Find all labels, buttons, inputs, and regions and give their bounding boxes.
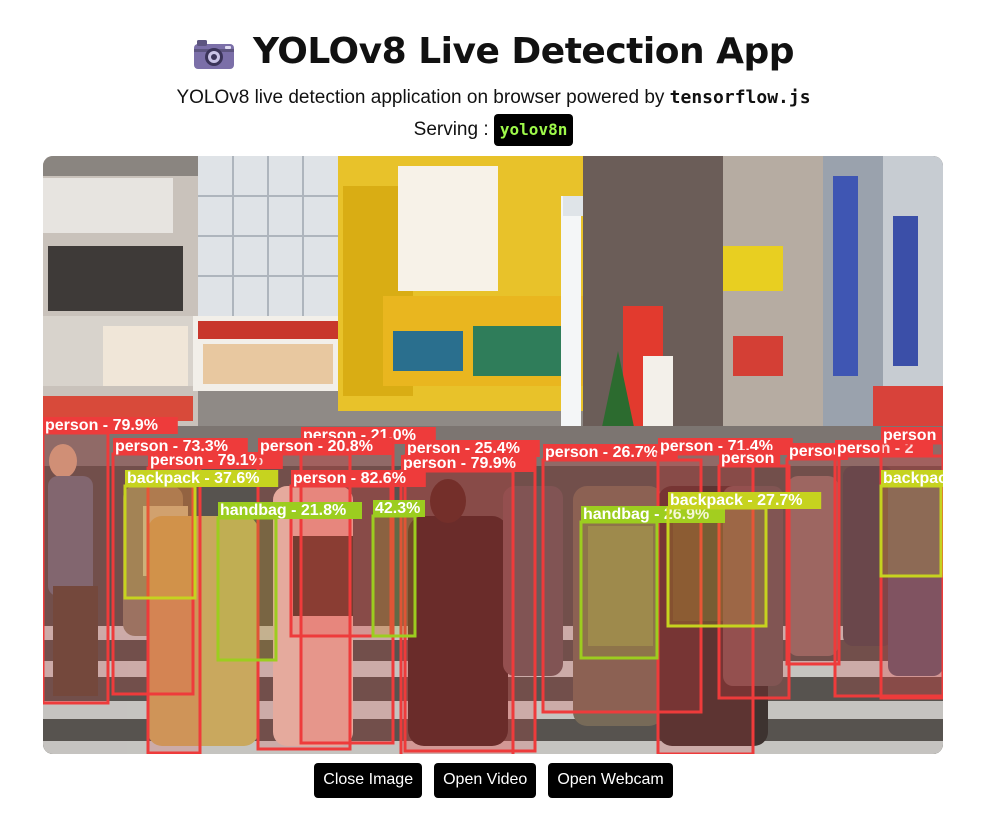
serving-row: Serving : yolov8n	[0, 112, 987, 148]
detection-label: backpack	[883, 470, 943, 487]
detection-label: backpack - 27.7%	[670, 492, 803, 509]
detection-overlay: person - 79.9%person - 73.3%person - 79.…	[43, 417, 943, 754]
title-text: YOLOv8 Live Detection App	[253, 31, 795, 72]
subtitle: YOLOv8 live detection application on bro…	[0, 86, 987, 110]
serving-label: Serving :	[413, 119, 494, 140]
detection-label: handbag - 21.8%	[220, 502, 346, 519]
open-webcam-button[interactable]: Open Webcam	[548, 763, 673, 798]
detection-label: person - 79.9%	[403, 455, 516, 472]
detection-box	[579, 520, 659, 660]
detection-label: person - 20.8%	[260, 438, 373, 455]
detection-box	[666, 506, 768, 628]
detection-label: person - 82.6%	[293, 470, 406, 487]
detection-label: person - 26.7%	[545, 444, 658, 461]
header: YOLOv8 Live Detection App	[0, 28, 987, 76]
open-video-button[interactable]: Open Video	[434, 763, 537, 798]
image-viewer: person - 79.9% person - 73.3% person - 79.…	[43, 156, 943, 754]
detection-label: person	[721, 450, 774, 467]
detection-label: person - 79.1%	[150, 452, 263, 469]
tensorflow-code: tensorflow.js	[669, 87, 811, 108]
detection-box	[371, 514, 417, 638]
detection-box	[785, 457, 841, 666]
detection-box	[123, 484, 197, 600]
detection-label: person - 79.9%	[45, 417, 158, 434]
page-title: YOLOv8 Live Detection App	[193, 28, 795, 76]
detection-box	[43, 431, 110, 705]
detection-backpack: backpack	[879, 470, 943, 578]
detection-label: 42.3%	[375, 500, 420, 517]
controls: Close Image Open Video Open Webcam	[0, 763, 987, 798]
detection-label: backpack - 37.6%	[127, 470, 260, 487]
app-root: YOLOv8 Live Detection App YOLOv8 live de…	[0, 0, 987, 839]
camera-icon	[194, 40, 234, 69]
detection-box	[879, 484, 943, 578]
model-badge: yolov8n	[493, 113, 574, 146]
detection-label: person	[883, 427, 936, 444]
subtitle-text: YOLOv8 live detection application on bro…	[176, 87, 670, 108]
close-image-button[interactable]: Close Image	[314, 763, 423, 798]
detection-box	[216, 516, 278, 662]
